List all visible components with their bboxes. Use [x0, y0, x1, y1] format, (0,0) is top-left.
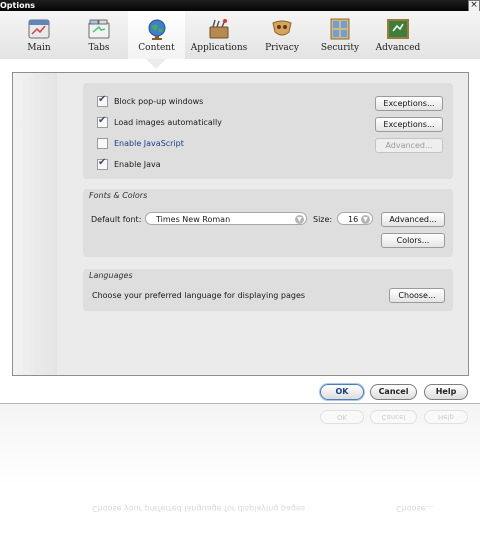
content-inner: Block pop-up windows Exceptions... Load … — [57, 73, 468, 375]
tab-advanced[interactable]: Advanced — [372, 11, 424, 59]
cancel-button[interactable]: Cancel — [370, 384, 417, 400]
load-images-label: Load images automatically — [114, 118, 222, 127]
tab-privacy[interactable]: Privacy — [258, 11, 306, 59]
tab-tabs[interactable]: Tabs — [74, 11, 124, 59]
enable-java-label: Enable Java — [114, 160, 161, 169]
enable-java-checkbox[interactable] — [97, 157, 108, 170]
window-title: Options — [0, 1, 36, 10]
images-exceptions-button[interactable]: Exceptions... — [375, 117, 443, 132]
option-block-popups[interactable]: Block pop-up windows — [97, 94, 204, 107]
option-load-images[interactable]: Load images automatically — [97, 115, 222, 128]
tab-content[interactable]: Content — [128, 11, 185, 59]
tab-applications-label: Applications — [190, 43, 248, 53]
reflected-cancel-button: Cancel — [370, 410, 417, 424]
option-enable-java[interactable]: Enable Java — [97, 157, 161, 170]
languages-description: Choose your preferred language for displ… — [92, 291, 306, 300]
popup-exceptions-button[interactable]: Exceptions... — [375, 96, 443, 111]
tab-security-label: Security — [320, 43, 360, 53]
fonts-advanced-button[interactable]: Advanced... — [381, 212, 445, 227]
privacy-icon — [272, 20, 292, 36]
enable-javascript-label: Enable JavaScript — [114, 139, 184, 148]
tab-advanced-label: Advanced — [375, 43, 421, 53]
reflected-languages-description: Choose your preferred language for displ… — [92, 504, 306, 513]
languages-legend: Languages — [89, 271, 133, 280]
tab-tabs-label: Tabs — [88, 43, 110, 53]
content-options-group: Block pop-up windows Exceptions... Load … — [83, 83, 453, 179]
option-enable-javascript[interactable]: Enable JavaScript — [97, 138, 184, 149]
tab-applications[interactable]: Applications — [188, 11, 250, 59]
enable-javascript-checkbox[interactable] — [97, 138, 108, 149]
font-size-select[interactable]: 16 ▼ — [337, 212, 373, 225]
block-popups-label: Block pop-up windows — [114, 97, 204, 106]
fonts-colors-group: Fonts & Colors Default font: Times New R… — [83, 189, 453, 257]
font-size-value: 16 — [348, 215, 359, 224]
tab-content-label: Content — [138, 43, 175, 53]
chevron-down-icon: ▼ — [361, 215, 370, 224]
block-popups-checkbox[interactable] — [97, 94, 108, 107]
font-size-label: Size: — [313, 215, 333, 224]
title-bar: Options × — [0, 0, 480, 12]
help-button[interactable]: Help — [424, 384, 468, 400]
choose-language-button[interactable]: Choose... — [389, 288, 445, 303]
javascript-advanced-button[interactable]: Advanced... — [375, 138, 443, 153]
content-pane: Block pop-up windows Exceptions... Load … — [12, 72, 469, 376]
default-font-label: Default font: — [91, 215, 142, 224]
globe-icon — [148, 19, 165, 40]
advanced-icon — [387, 19, 409, 39]
fonts-colors-legend: Fonts & Colors — [89, 191, 148, 200]
ok-button[interactable]: OK — [320, 384, 364, 400]
applications-icon — [209, 19, 229, 39]
default-font-value: Times New Roman — [156, 215, 231, 224]
main-icon — [28, 19, 50, 39]
default-font-select[interactable]: Times New Roman ▼ — [145, 212, 307, 225]
security-icon — [330, 18, 350, 40]
colors-button[interactable]: Colors... — [381, 233, 445, 248]
preferences-toolbar: Main Tabs Content Applications Privacy S… — [0, 11, 480, 59]
tab-main[interactable]: Main — [14, 11, 64, 59]
reflected-choose-button: Choose... — [396, 504, 434, 513]
chevron-down-icon: ▼ — [295, 215, 304, 224]
tab-security[interactable]: Security — [316, 11, 364, 59]
tabs-icon — [88, 19, 110, 39]
window-reflection: OK Cancel Help Choose your preferred lan… — [0, 404, 480, 538]
content-sidebar — [13, 73, 57, 375]
load-images-checkbox[interactable] — [97, 115, 108, 128]
reflected-ok-button: OK — [320, 410, 364, 424]
languages-group: Languages Choose your preferred language… — [83, 269, 453, 311]
tab-privacy-label: Privacy — [265, 43, 299, 53]
selected-tab-pointer — [146, 59, 166, 69]
reflected-help-button: Help — [424, 410, 468, 424]
tab-main-label: Main — [27, 43, 51, 53]
